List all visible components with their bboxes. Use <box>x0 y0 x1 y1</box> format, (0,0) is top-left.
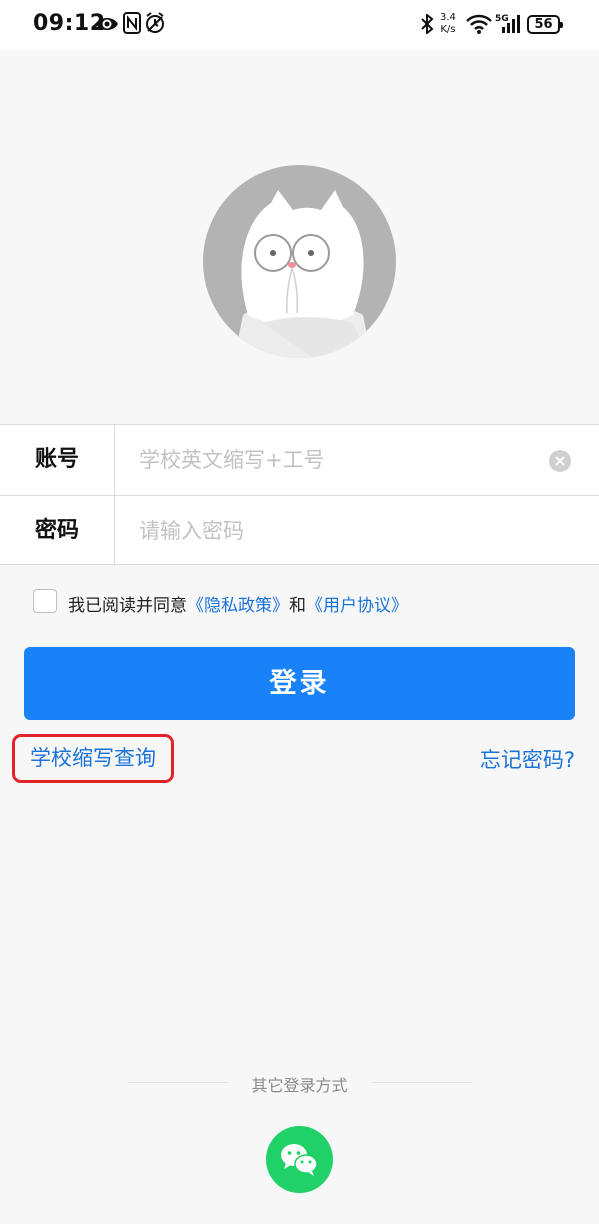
agreement-prefix: 我已阅读并同意 <box>68 596 187 616</box>
other-login-section: 其它登录方式 <box>0 1072 599 1095</box>
cellular-signal-icon <box>502 15 520 33</box>
agreement-text: 我已阅读并同意《隐私政策》和《用户协议》 <box>68 591 408 616</box>
forgot-password-link[interactable]: 忘记密码? <box>480 744 575 774</box>
cat-avatar-illustration <box>234 190 372 358</box>
account-input[interactable] <box>139 443 534 477</box>
eye-icon <box>96 18 118 30</box>
battery-icon: 56 <box>527 15 563 34</box>
school-abbreviation-query-link[interactable]: 学校缩写查询 <box>12 734 174 783</box>
account-label: 账号 <box>0 425 115 495</box>
login-button[interactable]: 登录 <box>24 647 575 720</box>
agreement-checkbox[interactable] <box>33 589 57 613</box>
login-screen: 09:12 3.4 K/s 5G 56 账号 学校英文缩写+工号 密码 我已阅读… <box>0 0 599 1224</box>
bluetooth-icon <box>421 14 434 34</box>
login-form: 账号 密码 <box>0 424 599 566</box>
other-login-label: 其它登录方式 <box>251 1076 348 1095</box>
privacy-policy-link[interactable]: 《隐私政策》 <box>187 596 289 616</box>
network-speed: 3.4 K/s <box>440 12 456 35</box>
wifi-icon <box>466 14 492 34</box>
password-input[interactable] <box>139 514 534 548</box>
password-row: 密码 <box>0 495 599 566</box>
alarm-icon <box>146 12 164 33</box>
account-row: 账号 <box>0 425 599 495</box>
wechat-icon <box>281 1144 318 1176</box>
user-agreement-link[interactable]: 《用户协议》 <box>306 596 408 616</box>
password-label: 密码 <box>0 496 115 566</box>
nfc-icon <box>123 12 141 34</box>
wechat-login-button[interactable] <box>266 1126 333 1193</box>
clear-icon[interactable] <box>549 450 571 472</box>
agreement-and: 和 <box>289 596 306 616</box>
status-bar: 09:12 3.4 K/s 5G 56 <box>0 0 599 50</box>
divider-right <box>372 1082 472 1083</box>
avatar <box>203 165 396 358</box>
